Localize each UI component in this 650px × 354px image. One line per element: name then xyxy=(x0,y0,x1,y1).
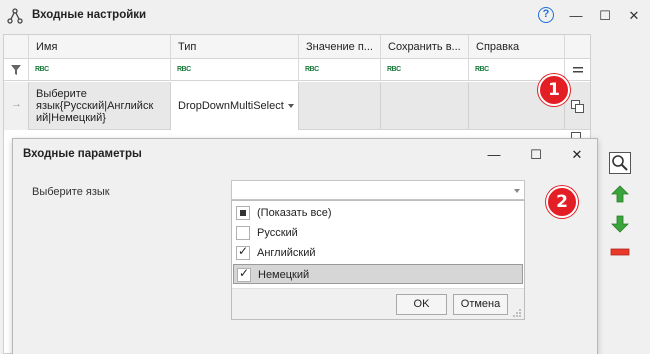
cell-type[interactable]: DropDownMultiSelect xyxy=(171,82,299,130)
column-header-extra xyxy=(565,35,591,59)
checkbox-unchecked[interactable] xyxy=(236,226,250,240)
maximize-button[interactable]: ☐ xyxy=(594,5,616,27)
cell-save[interactable] xyxy=(381,82,469,130)
partial-check-icon xyxy=(240,210,246,216)
option-english[interactable]: ✓ Английский xyxy=(233,243,523,263)
filter-name[interactable]: RBC xyxy=(29,59,171,81)
checkbox-checked[interactable]: ✓ xyxy=(236,244,250,260)
remove-button[interactable] xyxy=(609,241,631,263)
cancel-button[interactable]: Отмена xyxy=(453,294,508,315)
column-chooser[interactable] xyxy=(565,59,591,81)
input-params-dialog: Входные параметры — ☐ ✕ Выберите язык (П… xyxy=(12,138,598,354)
help-icon[interactable]: ? xyxy=(538,7,554,23)
text-filter-icon: RBC xyxy=(177,66,191,73)
ok-button[interactable]: OK xyxy=(396,294,447,315)
dialog-maximize-button[interactable]: ☐ xyxy=(525,144,547,166)
filter-cell[interactable] xyxy=(4,59,29,81)
window-title: Входные настройки xyxy=(32,9,147,21)
network-icon xyxy=(7,8,23,24)
minimize-button[interactable]: — xyxy=(565,5,587,27)
filter-save[interactable]: RBC xyxy=(381,59,469,81)
option-german[interactable]: ✓ Немецкий xyxy=(233,264,523,284)
option-label: (Показать все) xyxy=(257,207,332,219)
language-dropdown: (Показать все) Русский ✓ Английский ✓ Не… xyxy=(231,200,525,320)
text-filter-icon: RBC xyxy=(35,66,49,73)
column-header-save[interactable]: Сохранить в... xyxy=(381,35,469,59)
chevron-down-icon[interactable] xyxy=(514,189,520,193)
resize-grip-icon[interactable] xyxy=(512,308,522,318)
menu-icon xyxy=(573,67,583,73)
minus-icon xyxy=(610,248,630,256)
text-filter-icon: RBC xyxy=(305,66,319,73)
filter-row: RBC RBC RBC RBC RBC xyxy=(4,59,590,81)
dialog-close-button[interactable]: ✕ xyxy=(566,144,588,166)
move-up-button[interactable] xyxy=(609,183,631,205)
cell-value[interactable] xyxy=(299,82,381,130)
language-label: Выберите язык xyxy=(32,186,110,198)
arrow-down-icon xyxy=(611,215,629,233)
check-icon: ✓ xyxy=(239,266,250,280)
option-label: Русский xyxy=(257,227,298,239)
copy-icon xyxy=(571,100,584,113)
row-indicator-header xyxy=(4,35,29,59)
cell-name[interactable]: Выберите язык{Русский|Английск ий|Немецк… xyxy=(29,82,171,130)
close-button[interactable]: ✕ xyxy=(623,5,645,27)
row-type-text: DropDownMultiSelect xyxy=(178,100,284,112)
arrow-up-icon xyxy=(611,185,629,203)
step-badge-2: 2 xyxy=(546,186,578,218)
search-button[interactable] xyxy=(609,152,631,174)
filter-type[interactable]: RBC xyxy=(171,59,299,81)
move-down-button[interactable] xyxy=(609,213,631,235)
step-badge-1: 1 xyxy=(538,74,570,106)
filter-icon xyxy=(11,65,21,75)
column-header-type[interactable]: Тип xyxy=(171,35,299,59)
arrow-right-icon: → xyxy=(11,98,22,110)
window-titlebar: Входные настройки ? — ☐ ✕ xyxy=(0,0,650,32)
dialog-minimize-button[interactable]: — xyxy=(483,144,505,166)
search-icon xyxy=(612,155,628,171)
column-header-help[interactable]: Справка xyxy=(469,35,565,59)
option-show-all[interactable]: (Показать все) xyxy=(233,203,523,223)
check-icon: ✓ xyxy=(238,244,249,258)
dialog-title: Входные параметры xyxy=(23,148,142,160)
checkbox-partial[interactable] xyxy=(236,206,250,220)
language-select[interactable] xyxy=(231,180,525,200)
dropdown-footer: OK Отмена xyxy=(232,288,524,319)
dropdown-arrow-icon xyxy=(288,104,294,108)
column-header-value[interactable]: Значение п... xyxy=(299,35,381,59)
table-row[interactable]: → Выберите язык{Русский|Английск ий|Неме… xyxy=(4,82,590,130)
option-russian[interactable]: Русский xyxy=(233,223,523,243)
option-label: Английский xyxy=(257,247,316,259)
option-label: Немецкий xyxy=(258,269,310,281)
text-filter-icon: RBC xyxy=(387,66,401,73)
grid-header: Имя Тип Значение п... Сохранить в... Спр… xyxy=(4,35,590,59)
row-indicator[interactable]: → xyxy=(4,82,29,130)
checkbox-checked[interactable]: ✓ xyxy=(237,266,251,282)
text-filter-icon: RBC xyxy=(475,66,489,73)
filter-value[interactable]: RBC xyxy=(299,59,381,81)
column-header-name[interactable]: Имя xyxy=(29,35,171,59)
row-name-text: Выберите язык{Русский|Английск ий|Немецк… xyxy=(36,88,154,124)
